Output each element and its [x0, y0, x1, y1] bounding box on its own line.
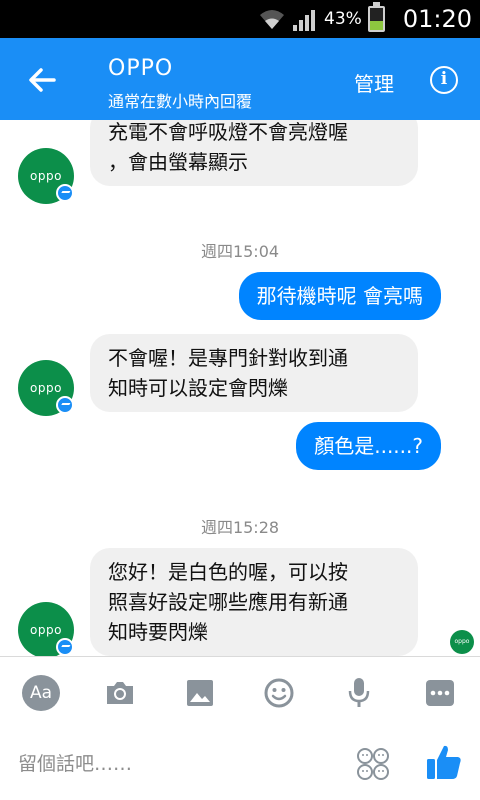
contact-name[interactable]: OPPO	[108, 56, 173, 81]
more-icon	[426, 680, 454, 706]
timestamp: 週四15:04	[200, 242, 280, 261]
messenger-badge-icon	[56, 638, 74, 656]
camera-button[interactable]	[100, 677, 140, 709]
message-list[interactable]: 充電不會呼吸燈不會亮燈喔 ，會由螢幕顯示 oppo 週四15:04 那待機時呢 會…	[0, 120, 480, 656]
battery-icon	[367, 2, 385, 32]
image-icon	[187, 680, 213, 706]
outgoing-message[interactable]: 顏色是......?	[296, 422, 441, 470]
conversation-header: OPPO 通常在數小時內回覆 管理 i	[0, 38, 480, 120]
messenger-badge-icon	[56, 396, 74, 414]
manage-button[interactable]: 管理	[354, 68, 394, 97]
read-receipt-avatar: oppo	[450, 630, 474, 654]
message-text: 顏色是......?	[314, 434, 423, 458]
message-text: 那待機時呢 會亮嗎	[256, 284, 423, 308]
sticker-button[interactable]	[259, 677, 299, 709]
composer	[0, 728, 480, 800]
camera-icon	[107, 682, 133, 704]
thumbs-up-icon[interactable]	[424, 742, 464, 782]
clock: 01:20	[402, 5, 472, 33]
microphone-icon	[348, 678, 370, 707]
voice-button[interactable]	[339, 677, 379, 709]
composer-toolbar: Aa	[0, 656, 480, 728]
incoming-message[interactable]: 不會喔！是專門針對收到通 知時可以設定會閃爍	[90, 334, 418, 412]
timestamp: 週四15:28	[200, 518, 280, 537]
emoji-picker-icon[interactable]	[355, 746, 391, 782]
message-text: 您好！是白色的喔，可以按 照喜好設定哪些應用有新通 知時要閃爍	[108, 560, 348, 644]
message-input[interactable]	[18, 748, 318, 780]
gallery-button[interactable]	[180, 677, 220, 709]
incoming-message[interactable]: 您好！是白色的喔，可以按 照喜好設定哪些應用有新通 知時要閃爍	[90, 548, 418, 656]
battery-percent: 43%	[324, 9, 362, 29]
info-icon[interactable]: i	[430, 66, 458, 94]
text-mode-button[interactable]: Aa	[22, 675, 60, 711]
outgoing-message[interactable]: 那待機時呢 會亮嗎	[238, 272, 441, 320]
battery-level	[369, 20, 383, 30]
wifi-icon	[260, 10, 285, 29]
response-time-note: 通常在數小時內回覆	[108, 92, 253, 111]
message-text: 不會喔！是專門針對收到通 知時可以設定會閃爍	[108, 346, 348, 400]
back-arrow-icon[interactable]	[24, 62, 60, 98]
more-button[interactable]	[420, 677, 460, 709]
incoming-message[interactable]: 充電不會呼吸燈不會亮燈喔 ，會由螢幕顯示	[90, 120, 418, 186]
smiley-icon	[264, 678, 294, 708]
status-bar: 43% 01:20	[0, 0, 480, 38]
message-text: 充電不會呼吸燈不會亮燈喔 ，會由螢幕顯示	[108, 120, 348, 174]
signal-icon	[293, 10, 316, 31]
messenger-badge-icon	[56, 184, 74, 202]
